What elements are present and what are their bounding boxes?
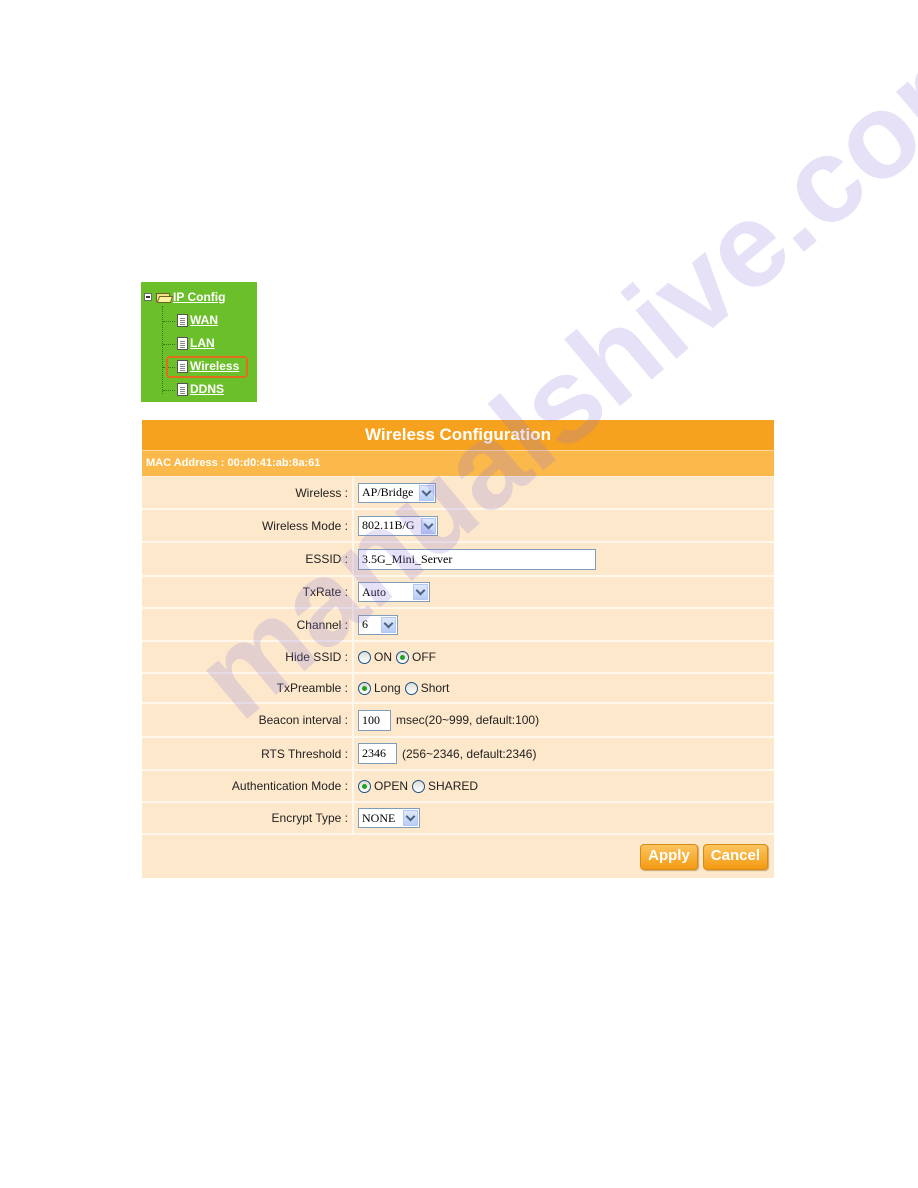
row-encrypt-type: Encrypt Type : NONE xyxy=(142,803,774,835)
tree-node-ip-config[interactable]: IP Config xyxy=(156,290,225,304)
row-wireless: Wireless : AP/Bridge xyxy=(142,477,774,510)
txpreamble-short-radio[interactable]: Short xyxy=(404,681,450,695)
document-icon xyxy=(177,382,188,396)
essid-input[interactable]: 3.5G_Mini_Server xyxy=(358,548,596,570)
txrate-select-value: Auto xyxy=(362,584,386,599)
wireless-config-panel: Wireless Configuration MAC Address : 00:… xyxy=(142,420,774,878)
chevron-down-icon[interactable] xyxy=(403,810,418,826)
radio-label: SHARED xyxy=(428,779,479,793)
row-hide-ssid: Hide SSID : ON OFF xyxy=(142,642,774,674)
auth-shared-radio[interactable]: SHARED xyxy=(412,779,478,793)
chevron-down-icon[interactable] xyxy=(421,517,436,534)
document-icon xyxy=(177,336,188,350)
row-essid: ESSID : 3.5G_Mini_Server xyxy=(142,543,774,577)
radio-label: OPEN xyxy=(374,779,409,793)
wireless-select-value: AP/Bridge xyxy=(362,485,414,499)
txrate-select[interactable]: Auto xyxy=(358,582,430,602)
label-wireless: Wireless : xyxy=(142,477,354,508)
rts-threshold-input[interactable]: 2346 xyxy=(358,743,397,764)
collapse-icon[interactable] xyxy=(144,293,152,301)
radio-label: Short xyxy=(420,681,450,695)
radio-checked-icon[interactable] xyxy=(358,779,371,793)
radio-label: ON xyxy=(374,650,392,664)
auth-open-radio[interactable]: OPEN xyxy=(358,779,408,793)
chevron-down-icon[interactable] xyxy=(413,584,428,600)
label-wireless-mode: Wireless Mode : xyxy=(142,510,354,541)
document-icon xyxy=(177,359,188,373)
tree-link-ddns[interactable]: DDNS xyxy=(190,382,224,396)
radio-unchecked-icon[interactable] xyxy=(412,779,426,793)
channel-select[interactable]: 6 xyxy=(358,614,398,635)
encrypt-type-select-value: NONE xyxy=(362,810,396,825)
panel-title: Wireless Configuration xyxy=(142,420,774,451)
tree-connector-h xyxy=(163,321,175,322)
radio-label: OFF xyxy=(412,650,436,664)
label-txrate: TxRate : xyxy=(142,577,354,607)
mac-address: MAC Address : 00:d0:41:ab:8a:61 xyxy=(142,451,774,477)
tree-link-wireless[interactable]: Wireless xyxy=(190,359,239,373)
tree-item-wireless[interactable]: Wireless xyxy=(177,359,239,373)
folder-open-icon xyxy=(156,292,174,303)
wireless-mode-select-value: 802.11B/G xyxy=(362,518,415,532)
label-auth-mode: Authentication Mode : xyxy=(142,771,354,801)
tree-connector xyxy=(162,306,163,394)
wireless-mode-select[interactable]: 802.11B/G xyxy=(358,515,438,536)
tree-nav: IP Config WAN LAN Wireless DDNS xyxy=(141,282,257,402)
tree-connector-h xyxy=(163,390,175,391)
label-rts-threshold: RTS Threshold : xyxy=(142,738,354,769)
label-essid: ESSID : xyxy=(142,543,354,575)
tree-item-lan[interactable]: LAN xyxy=(177,336,215,350)
row-rts-threshold: RTS Threshold : 2346 (256~2346, default:… xyxy=(142,738,774,771)
radio-unchecked-icon[interactable] xyxy=(404,681,418,695)
row-beacon-interval: Beacon interval : 100 msec(20~999, defau… xyxy=(142,704,774,738)
tree-link-wan[interactable]: WAN xyxy=(190,313,218,327)
row-auth-mode: Authentication Mode : OPEN SHARED xyxy=(142,771,774,803)
tree-item-wan[interactable]: WAN xyxy=(177,313,218,327)
tree-item-ddns[interactable]: DDNS xyxy=(177,382,224,396)
row-channel: Channel : 6 xyxy=(142,609,774,642)
radio-checked-icon[interactable] xyxy=(396,650,409,664)
label-encrypt-type: Encrypt Type : xyxy=(142,803,354,833)
label-txpreamble: TxPreamble : xyxy=(142,674,354,702)
radio-checked-icon[interactable] xyxy=(358,681,371,695)
cancel-button[interactable]: Cancel xyxy=(702,843,768,870)
encrypt-type-select[interactable]: NONE xyxy=(358,808,420,828)
channel-select-value: 6 xyxy=(362,617,368,631)
hide-ssid-on-radio[interactable]: ON xyxy=(358,650,392,664)
row-txpreamble: TxPreamble : Long Short xyxy=(142,674,774,704)
button-row: Apply Cancel xyxy=(142,835,774,878)
document-icon xyxy=(177,313,188,327)
chevron-down-icon[interactable] xyxy=(381,616,396,633)
label-hide-ssid: Hide SSID : xyxy=(142,642,354,672)
rts-threshold-hint: (256~2346, default:2346) xyxy=(402,746,537,761)
radio-label: Long xyxy=(374,681,401,695)
row-wireless-mode: Wireless Mode : 802.11B/G xyxy=(142,510,774,543)
chevron-down-icon[interactable] xyxy=(419,484,434,501)
tree-link-lan[interactable]: LAN xyxy=(190,336,215,350)
label-channel: Channel : xyxy=(142,609,354,640)
beacon-interval-hint: msec(20~999, default:100) xyxy=(396,713,540,727)
hide-ssid-off-radio[interactable]: OFF xyxy=(396,650,436,664)
radio-unchecked-icon[interactable] xyxy=(358,650,371,664)
apply-button[interactable]: Apply xyxy=(640,843,698,870)
txpreamble-long-radio[interactable]: Long xyxy=(358,681,401,695)
tree-link-ip-config[interactable]: IP Config xyxy=(173,290,225,304)
tree-connector-h xyxy=(163,344,175,345)
label-beacon-interval: Beacon interval : xyxy=(142,704,354,736)
row-txrate: TxRate : Auto xyxy=(142,577,774,609)
wireless-select[interactable]: AP/Bridge xyxy=(358,482,436,503)
beacon-interval-input[interactable]: 100 xyxy=(358,709,391,731)
